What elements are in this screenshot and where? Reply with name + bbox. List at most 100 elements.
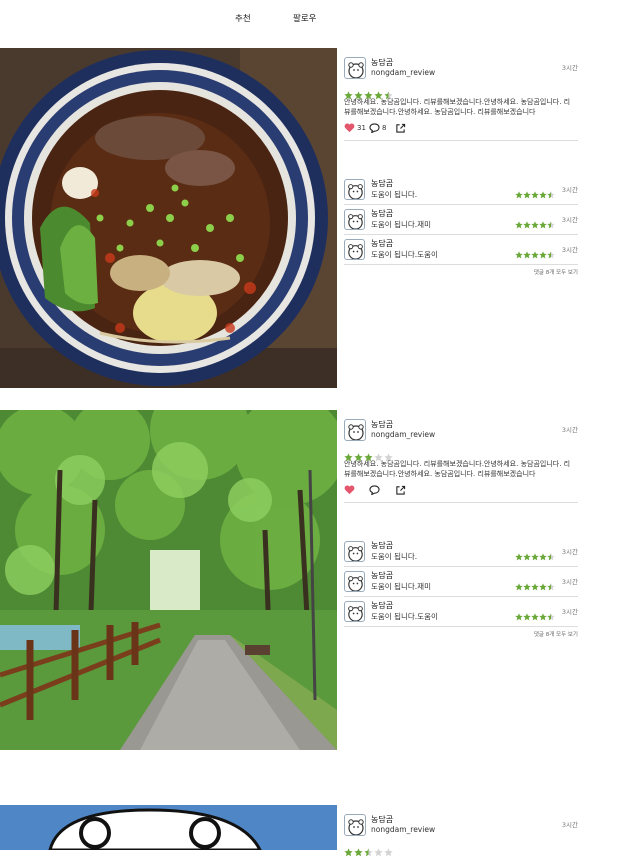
comment-rating-stars <box>515 546 555 565</box>
star-icon <box>539 613 547 621</box>
comment-username[interactable]: 농담곰 <box>371 600 393 611</box>
post-side-panel: 농담곰 nongdam_review 3시간 안녕하세요. 농담곰입니다. 리뷰… <box>344 410 578 638</box>
speech-bubble-icon <box>369 123 380 133</box>
comment-time: 3시간 <box>561 246 578 254</box>
divider <box>344 502 578 503</box>
post-time: 3시간 <box>561 64 578 72</box>
star-icon <box>354 453 363 462</box>
comment-time: 3시간 <box>561 578 578 586</box>
comment-username[interactable]: 농담곰 <box>371 570 393 581</box>
comment-text: 도움이 됩니다.재미 <box>371 220 431 229</box>
star-icon <box>523 191 531 199</box>
star-icon <box>344 848 353 857</box>
avatar[interactable] <box>344 239 365 260</box>
comment-button[interactable]: 8 <box>369 123 386 133</box>
star-icon <box>384 848 393 857</box>
comment-row: 농담곰 도움이 됩니다.재미 3시간 <box>344 567 578 597</box>
star-icon <box>354 91 363 100</box>
star-icon <box>515 221 523 229</box>
comment-username[interactable]: 농담곰 <box>371 208 393 219</box>
star-icon <box>344 91 353 100</box>
star-icon <box>531 251 539 259</box>
comment-time: 3시간 <box>561 608 578 616</box>
comment-list: 농담곰 도움이 됩니다. 3시간 농담곰 도움이 됩니다.재미 3시간 농담곰 도움이 됩니다… <box>344 175 578 265</box>
like-button[interactable]: 31 <box>344 123 366 133</box>
star-icon <box>523 613 531 621</box>
avatar[interactable] <box>344 209 365 230</box>
star-icon <box>547 251 555 259</box>
star-icon <box>547 583 555 591</box>
rating-stars <box>344 85 578 100</box>
heart-icon <box>344 123 355 133</box>
star-icon <box>531 613 539 621</box>
star-icon <box>531 191 539 199</box>
post-photo-noodle-soup[interactable] <box>0 48 337 388</box>
star-icon <box>539 553 547 561</box>
comment-rating-stars <box>515 576 555 595</box>
comment-username[interactable]: 농담곰 <box>371 540 393 551</box>
user-handle: nongdam_review <box>371 68 436 77</box>
tab-following[interactable]: 팔로우 <box>293 12 316 24</box>
star-icon <box>515 553 523 561</box>
comment-row: 농담곰 도움이 됩니다. 3시간 <box>344 537 578 567</box>
avatar[interactable] <box>344 601 365 622</box>
star-icon <box>539 251 547 259</box>
star-icon <box>539 583 547 591</box>
comment-text: 도움이 됩니다. <box>371 190 418 199</box>
post-text: 안녕하세요. 농담곰입니다. 리뷰를해보겠습니다.안녕하세요. 농담곰입니다. … <box>344 98 571 116</box>
star-icon <box>523 251 531 259</box>
avatar[interactable] <box>344 57 366 79</box>
share-icon <box>396 485 406 495</box>
divider <box>344 140 578 141</box>
post-time: 3시간 <box>561 821 578 829</box>
star-icon <box>515 613 523 621</box>
star-icon <box>547 553 555 561</box>
post-time: 3시간 <box>561 426 578 434</box>
post-photo-bear-illustration[interactable] <box>0 805 337 850</box>
comment-row: 농담곰 도움이 됩니다. 3시간 <box>344 175 578 205</box>
comment-username[interactable]: 농담곰 <box>371 178 393 189</box>
star-icon <box>531 221 539 229</box>
speech-bubble-icon <box>369 485 380 495</box>
avatar[interactable] <box>344 814 366 836</box>
share-button[interactable] <box>395 485 406 495</box>
comment-row: 농담곰 도움이 됩니다.도움이 3시간 <box>344 597 578 627</box>
username[interactable]: 농담곰 <box>371 57 393 68</box>
rating-stars <box>344 842 578 857</box>
star-icon <box>547 191 555 199</box>
star-icon <box>344 453 353 462</box>
star-icon <box>374 848 383 857</box>
avatar[interactable] <box>344 179 365 200</box>
star-icon <box>515 583 523 591</box>
comment-rating-stars <box>515 244 555 263</box>
avatar[interactable] <box>344 541 365 562</box>
comment-text: 도움이 됩니다.재미 <box>371 582 431 591</box>
post-photo-park-path[interactable] <box>0 410 337 750</box>
share-button[interactable] <box>395 123 406 133</box>
post-side-panel: 농담곰 nongdam_review 3시간 <box>344 805 578 857</box>
feed-tabs: 추천 팔로우 <box>0 0 625 40</box>
share-icon <box>396 123 406 133</box>
comment-button[interactable] <box>369 485 380 495</box>
star-icon <box>374 91 383 100</box>
star-icon <box>539 221 547 229</box>
like-button[interactable] <box>344 485 355 495</box>
comment-username[interactable]: 농담곰 <box>371 238 393 249</box>
comment-rating-stars <box>515 606 555 625</box>
comment-time: 3시간 <box>561 548 578 556</box>
tab-recommended[interactable]: 추천 <box>235 12 251 24</box>
avatar[interactable] <box>344 571 365 592</box>
star-icon <box>515 191 523 199</box>
avatar[interactable] <box>344 419 366 441</box>
username[interactable]: 농담곰 <box>371 814 393 825</box>
username[interactable]: 농담곰 <box>371 419 393 430</box>
star-icon <box>354 848 363 857</box>
see-all-comments-link[interactable]: 댓글 8개 모두 보기 <box>344 630 578 638</box>
star-icon <box>547 613 555 621</box>
star-icon <box>539 191 547 199</box>
star-icon <box>364 848 373 857</box>
comment-count: 8 <box>382 124 387 132</box>
star-icon <box>531 553 539 561</box>
see-all-comments-link[interactable]: 댓글 8개 모두 보기 <box>344 268 578 276</box>
comment-row: 농담곰 도움이 됩니다.도움이 3시간 <box>344 235 578 265</box>
